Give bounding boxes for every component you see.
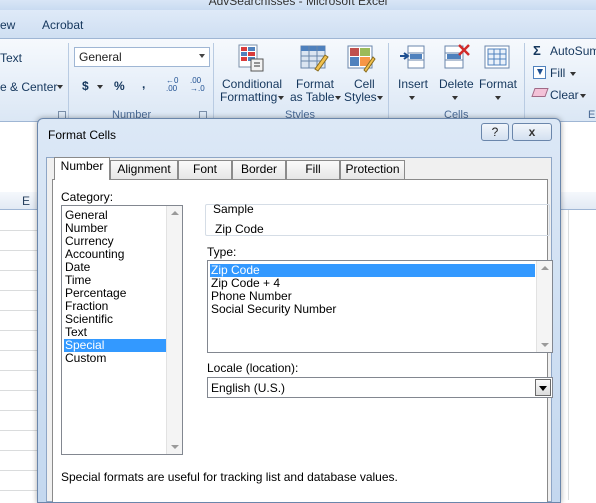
category-scrollbar[interactable] — [166, 206, 182, 454]
tab-view[interactable]: ew — [0, 18, 15, 32]
list-item[interactable]: Social Security Number — [210, 303, 535, 316]
tab-acrobat[interactable]: Acrobat — [42, 18, 83, 32]
percent-button[interactable]: % — [114, 79, 125, 93]
eraser-icon[interactable] — [531, 88, 549, 97]
scroll-down-icon[interactable] — [541, 343, 549, 347]
autosum-button[interactable]: AutoSum — [550, 44, 596, 58]
insert-cells-icon[interactable] — [398, 43, 428, 73]
chevron-down-icon[interactable] — [535, 379, 551, 396]
scroll-up-icon[interactable] — [171, 211, 179, 215]
comma-button[interactable]: , — [142, 77, 145, 91]
delete-cells-icon[interactable] — [441, 43, 471, 73]
chevron-down-icon[interactable] — [452, 96, 458, 100]
cell-styles-icon[interactable] — [346, 43, 376, 73]
ribbon-tabs: ew Acrobat — [0, 10, 596, 38]
conditional-formatting-icon[interactable] — [237, 43, 267, 73]
currency-button[interactable]: $ — [82, 79, 89, 93]
clear-button[interactable]: Clear — [550, 88, 579, 102]
format-button[interactable]: Format — [479, 77, 517, 91]
cell-styles-label-1[interactable]: Cell — [354, 77, 375, 91]
insert-button[interactable]: Insert — [398, 77, 428, 91]
chevron-down-icon — [199, 54, 205, 58]
tab-fill[interactable]: Fill — [286, 160, 340, 179]
chevron-down-icon[interactable] — [335, 96, 341, 100]
type-list[interactable]: Zip Code Zip Code + 4 Phone Number Socia… — [207, 260, 553, 353]
locale-value: English (U.S.) — [211, 381, 286, 395]
autosum-icon[interactable]: Σ — [533, 43, 541, 58]
close-button[interactable]: x — [512, 123, 552, 141]
chevron-down-icon[interactable] — [580, 94, 586, 98]
locale-dropdown[interactable]: English (U.S.) — [207, 377, 553, 398]
sample-label: Sample — [213, 202, 254, 216]
merge-dropdown-icon[interactable] — [57, 85, 63, 89]
chevron-down-icon[interactable] — [377, 96, 383, 100]
number-format-combo[interactable]: General — [74, 47, 210, 67]
decrease-decimal-icon[interactable]: .00 →.0 — [190, 77, 208, 93]
group-separator — [213, 43, 214, 119]
wrap-text-button[interactable]: Text — [0, 51, 22, 65]
group-separator — [68, 43, 69, 119]
title-bar: AdvSearchIsses - Microsoft Excel — [0, 0, 596, 10]
chevron-down-icon[interactable] — [409, 96, 415, 100]
group-separator — [524, 43, 525, 119]
chevron-down-icon[interactable] — [570, 72, 576, 76]
chevron-down-icon[interactable] — [278, 96, 284, 100]
cell-styles-label-2[interactable]: Styles — [344, 90, 377, 104]
fill-icon[interactable] — [533, 66, 546, 79]
conditional-formatting-label-1[interactable]: Conditional — [222, 77, 282, 91]
tab-number[interactable]: Number — [54, 157, 110, 180]
window-title: AdvSearchIsses - Microsoft Excel — [208, 0, 388, 8]
number-format-value: General — [79, 50, 122, 64]
ribbon: Text e & Center General $ % , ←0.00 .00 →… — [0, 38, 596, 122]
currency-dropdown-icon[interactable] — [97, 85, 103, 89]
type-scrollbar[interactable] — [536, 261, 552, 352]
help-button[interactable]: ? — [481, 123, 509, 141]
format-cells-dialog: Format Cells ? x Number Alignment Font B… — [37, 118, 561, 503]
format-cells-icon[interactable] — [482, 43, 512, 73]
fill-button[interactable]: Fill — [550, 66, 565, 80]
format-as-table-label-2[interactable]: as Table — [290, 90, 334, 104]
dialog-title: Format Cells — [48, 128, 117, 142]
increase-decimal-icon[interactable]: ←0.00 — [166, 77, 184, 93]
scroll-up-icon[interactable] — [541, 266, 549, 270]
format-as-table-label-1[interactable]: Format — [296, 77, 334, 91]
format-as-table-icon[interactable] — [299, 43, 329, 73]
chevron-down-icon[interactable] — [495, 96, 501, 100]
tab-font[interactable]: Font — [178, 160, 232, 179]
format-description: Special formats are useful for tracking … — [61, 470, 398, 484]
sample-value: Zip Code — [215, 222, 264, 236]
delete-button[interactable]: Delete — [439, 77, 474, 91]
number-tab-page: Category: General Number Currency Accoun… — [52, 179, 553, 502]
category-label: Category: — [61, 190, 114, 204]
editing-group-label: E — [588, 109, 596, 121]
scroll-down-icon[interactable] — [171, 445, 179, 449]
conditional-formatting-label-2[interactable]: Formatting — [220, 90, 277, 104]
tab-alignment[interactable]: Alignment — [110, 160, 178, 179]
column-header-e[interactable]: E — [22, 194, 30, 208]
type-label: Type: — [207, 245, 237, 259]
tab-protection[interactable]: Protection — [340, 160, 405, 179]
group-separator — [388, 43, 389, 119]
category-list[interactable]: General Number Currency Accounting Date … — [61, 205, 183, 455]
list-item[interactable]: Custom — [64, 352, 166, 365]
locale-label: Locale (location): — [207, 361, 299, 375]
tab-border[interactable]: Border — [232, 160, 286, 179]
merge-center-button[interactable]: e & Center — [0, 80, 57, 94]
